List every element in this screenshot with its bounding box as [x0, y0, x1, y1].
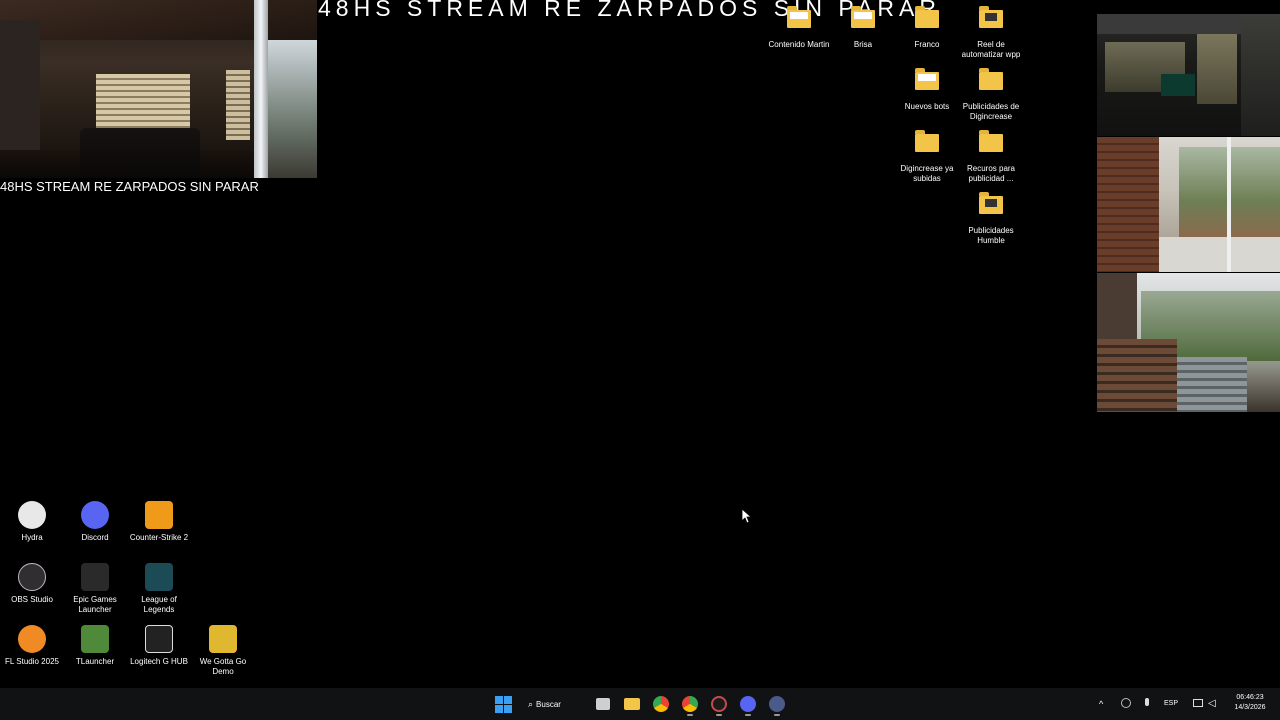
desktop-folder-franco[interactable]: Franco [895, 6, 959, 50]
fl-studio-icon [18, 625, 46, 653]
folder-icon [915, 6, 939, 28]
logitech-icon [145, 625, 173, 653]
taskbar-chrome-profile-button[interactable] [679, 692, 701, 716]
folder-icon [979, 68, 1003, 90]
desktop-icon-label: League of Legends [141, 595, 177, 614]
search-icon: ⌕ [528, 699, 534, 709]
desktop: 48HS STREAM RE ZARPADOS SIN PARAR 48HS S… [0, 0, 1280, 720]
we-gotta-go-icon [209, 625, 237, 653]
running-indicator [745, 714, 751, 716]
desktop-icon-label: Reel de automatizar wpp [961, 40, 1021, 59]
desktop-icon-label: Recuros para publicidad ... [966, 164, 1016, 183]
desktop-shortcut-hydra[interactable]: Hydra [0, 501, 64, 543]
counter-strike-icon [145, 501, 173, 529]
desktop-icon-label: Epic Games Launcher [73, 595, 117, 614]
file-explorer-icon [624, 698, 640, 710]
desktop-folder-publicidades-humble[interactable]: Publicidades Humble [959, 192, 1023, 246]
folder-icon [915, 130, 939, 152]
tlauncher-icon [81, 625, 109, 653]
desktop-shortcut-epic-games[interactable]: Epic Games Launcher [63, 563, 127, 615]
folder-icon [979, 6, 1003, 28]
desktop-shortcut-tlauncher[interactable]: TLauncher [63, 625, 127, 667]
taskbar-search-button[interactable]: ⌕ Buscar [528, 692, 578, 716]
running-indicator [716, 714, 722, 716]
mouse-cursor-icon [742, 509, 752, 524]
desktop-icon-label: Logitech G HUB [130, 657, 188, 666]
camera-view-1 [1097, 14, 1241, 136]
start-button[interactable] [492, 692, 514, 716]
desktop-icon-label: OBS Studio [11, 595, 53, 604]
desktop-shortcut-counter-strike[interactable]: Counter-Strike 2 [127, 501, 191, 543]
discord-icon [81, 501, 109, 529]
desktop-icon-label: Contenido Martin [768, 40, 830, 49]
desktop-shortcut-obs[interactable]: OBS Studio [0, 563, 64, 605]
folder-icon [851, 6, 875, 28]
folder-icon [979, 192, 1003, 214]
folder-icon [979, 130, 1003, 152]
desktop-folder-contenido-martin[interactable]: Contenido Martin [767, 6, 831, 50]
desktop-icon-label: TLauncher [75, 657, 115, 666]
search-label: Buscar [536, 700, 561, 709]
running-indicator [774, 714, 780, 716]
league-icon [145, 563, 173, 591]
desktop-folder-recursos-publicidad[interactable]: Recuros para publicidad ... [959, 130, 1023, 184]
desktop-shortcut-logitech[interactable]: Logitech G HUB [127, 625, 191, 667]
obs-icon [18, 563, 46, 591]
taskbar-discord-button[interactable] [737, 692, 759, 716]
desktop-icon-label: Brisa [853, 40, 873, 49]
desktop-icon-label: Counter-Strike 2 [129, 533, 189, 542]
desktop-shortcut-fl-studio[interactable]: FL Studio 2025 [0, 625, 64, 667]
task-view-icon [596, 698, 610, 710]
discord-icon [740, 696, 756, 712]
clock-time: 06:46:23 [1236, 694, 1264, 701]
taskbar-app-button[interactable] [708, 692, 730, 716]
chrome-profile-icon [682, 696, 698, 712]
desktop-folder-nuevos-bots[interactable]: Nuevos bots [895, 68, 959, 112]
network-icon[interactable] [1192, 688, 1204, 720]
camera-view-3 [1097, 273, 1280, 412]
running-indicator [687, 714, 693, 716]
desktop-folder-digincrease-subidas[interactable]: Digincrease ya subidas [895, 130, 959, 184]
taskbar: ⌕ Buscar ^ ESP ◁ 06:46:23 14/3/2026 [0, 688, 1280, 720]
camera-view-2 [1097, 137, 1280, 272]
webcam-main-view [0, 0, 317, 178]
taskbar-clock[interactable]: 06:46:23 14/3/2026 [1224, 693, 1276, 713]
desktop-icon-label: Digincrease ya subidas [900, 164, 954, 183]
taskbar-obs-button[interactable] [766, 692, 788, 716]
desktop-shortcut-we-gotta-go[interactable]: We Gotta Go Demo [191, 625, 255, 677]
desktop-folder-publicidades-digincrease[interactable]: Publicidades de Digincrease [959, 68, 1023, 122]
taskbar-task-view-button[interactable] [592, 692, 614, 716]
steam-icon [711, 696, 727, 712]
desktop-folder-brisa[interactable]: Brisa [831, 6, 895, 50]
camera-view-1-edge [1241, 14, 1280, 136]
desktop-icon-label: We Gotta Go Demo [199, 657, 247, 676]
desktop-icon-label: Hydra [21, 533, 43, 542]
desktop-icon-label: FL Studio 2025 [5, 657, 59, 666]
desktop-icon-label: Publicidades Humble [968, 226, 1014, 245]
desktop-icon-label: Discord [81, 533, 109, 542]
clock-date: 14/3/2026 [1234, 704, 1266, 711]
desktop-icon-label: Publicidades de Digincrease [962, 102, 1020, 121]
language-indicator[interactable]: ESP [1164, 688, 1184, 720]
obs-icon [769, 696, 785, 712]
folder-icon [787, 6, 811, 28]
desktop-shortcut-discord[interactable]: Discord [63, 501, 127, 543]
tray-overflow-chevron-icon[interactable]: ^ [1099, 688, 1109, 720]
desktop-folder-reel-automatizar[interactable]: Reel de automatizar wpp [959, 6, 1023, 60]
volume-icon[interactable]: ◁ [1208, 688, 1220, 720]
folder-icon [915, 68, 939, 90]
stream-overlay-title: 48HS STREAM RE ZARPADOS SIN PARAR [0, 179, 259, 194]
microphone-icon[interactable] [1141, 688, 1153, 720]
desktop-icon-label: Franco [914, 40, 940, 49]
desktop-icon-label: Nuevos bots [904, 102, 950, 111]
desktop-shortcut-league-of-legends[interactable]: League of Legends [127, 563, 191, 615]
hydra-icon [18, 501, 46, 529]
epic-games-icon [81, 563, 109, 591]
chrome-icon [653, 696, 669, 712]
taskbar-file-explorer-button[interactable] [621, 692, 643, 716]
taskbar-chrome-button[interactable] [650, 692, 672, 716]
tray-app-icon[interactable] [1119, 688, 1133, 720]
